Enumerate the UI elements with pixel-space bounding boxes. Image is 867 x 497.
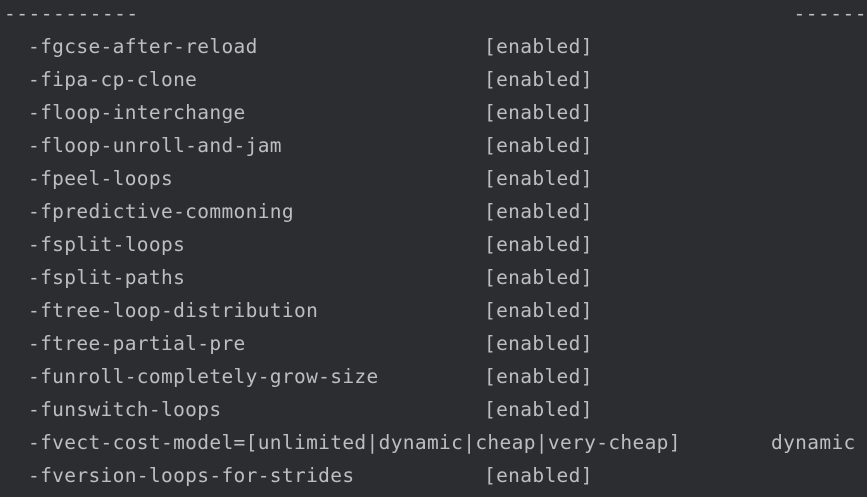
option-flag: -fvect-cost-model=[unlimited|dynamic|che… — [28, 431, 681, 454]
option-value: [enabled] — [484, 68, 593, 91]
option-row: -ftree-loop-distribution [enabled] — [28, 298, 867, 331]
option-value: [enabled] — [484, 266, 593, 289]
option-value: [enabled] — [484, 233, 593, 256]
option-row: -fgcse-after-reload [enabled] — [28, 34, 867, 67]
option-row: -fpredictive-commoning [enabled] — [28, 199, 867, 232]
option-flag: -floop-unroll-and-jam — [28, 134, 282, 157]
option-row: -floop-unroll-and-jam [enabled] — [28, 133, 867, 166]
option-row: -fipa-cp-clone [enabled] — [28, 67, 867, 100]
option-value: [enabled] — [484, 200, 593, 223]
option-flag: -fpredictive-commoning — [28, 200, 294, 223]
option-value: [enabled] — [484, 464, 593, 487]
option-flag: -ftree-partial-pre — [28, 332, 246, 355]
option-row: -fvect-cost-model=[unlimited|dynamic|che… — [28, 430, 867, 463]
option-flag: -fversion-loops-for-strides — [28, 464, 355, 487]
options-list: -fgcse-after-reload [enabled] -fipa-cp-c… — [28, 34, 867, 496]
option-row: -fsplit-loops [enabled] — [28, 232, 867, 265]
option-value: [enabled] — [484, 365, 593, 388]
separator-left: ----------- — [4, 2, 139, 25]
option-flag: -fpeel-loops — [28, 167, 174, 190]
option-value: [enabled] — [484, 299, 593, 322]
option-flag: -funswitch-loops — [28, 398, 222, 421]
option-row: -fpeel-loops [enabled] — [28, 166, 867, 199]
option-flag: -floop-interchange — [28, 101, 246, 124]
option-value: dynamic — [771, 431, 856, 454]
option-flag: -fsplit-loops — [28, 233, 186, 256]
option-flag: -fsplit-paths — [28, 266, 186, 289]
option-flag: -funroll-completely-grow-size — [28, 365, 379, 388]
option-flag: -fgcse-after-reload — [28, 35, 258, 58]
option-row: -funroll-completely-grow-size [enabled] — [28, 364, 867, 397]
option-value: [enabled] — [484, 101, 593, 124]
option-row: -funswitch-loops [enabled] — [28, 397, 867, 430]
option-value: [enabled] — [484, 332, 593, 355]
option-row: -fsplit-paths [enabled] — [28, 265, 867, 298]
terminal-output: ----------- ------ -fgcse-after-reload [… — [0, 0, 867, 497]
option-value: [enabled] — [484, 398, 593, 421]
option-value: [enabled] — [484, 134, 593, 157]
option-value: [enabled] — [484, 35, 593, 58]
separator-right: ------ — [793, 2, 867, 25]
option-flag: -fipa-cp-clone — [28, 68, 198, 91]
option-value: [enabled] — [484, 167, 593, 190]
option-row: -fversion-loops-for-strides [enabled] — [28, 463, 867, 496]
option-row: -floop-interchange [enabled] — [28, 100, 867, 133]
option-row: -ftree-partial-pre [enabled] — [28, 331, 867, 364]
option-flag: -ftree-loop-distribution — [28, 299, 319, 322]
